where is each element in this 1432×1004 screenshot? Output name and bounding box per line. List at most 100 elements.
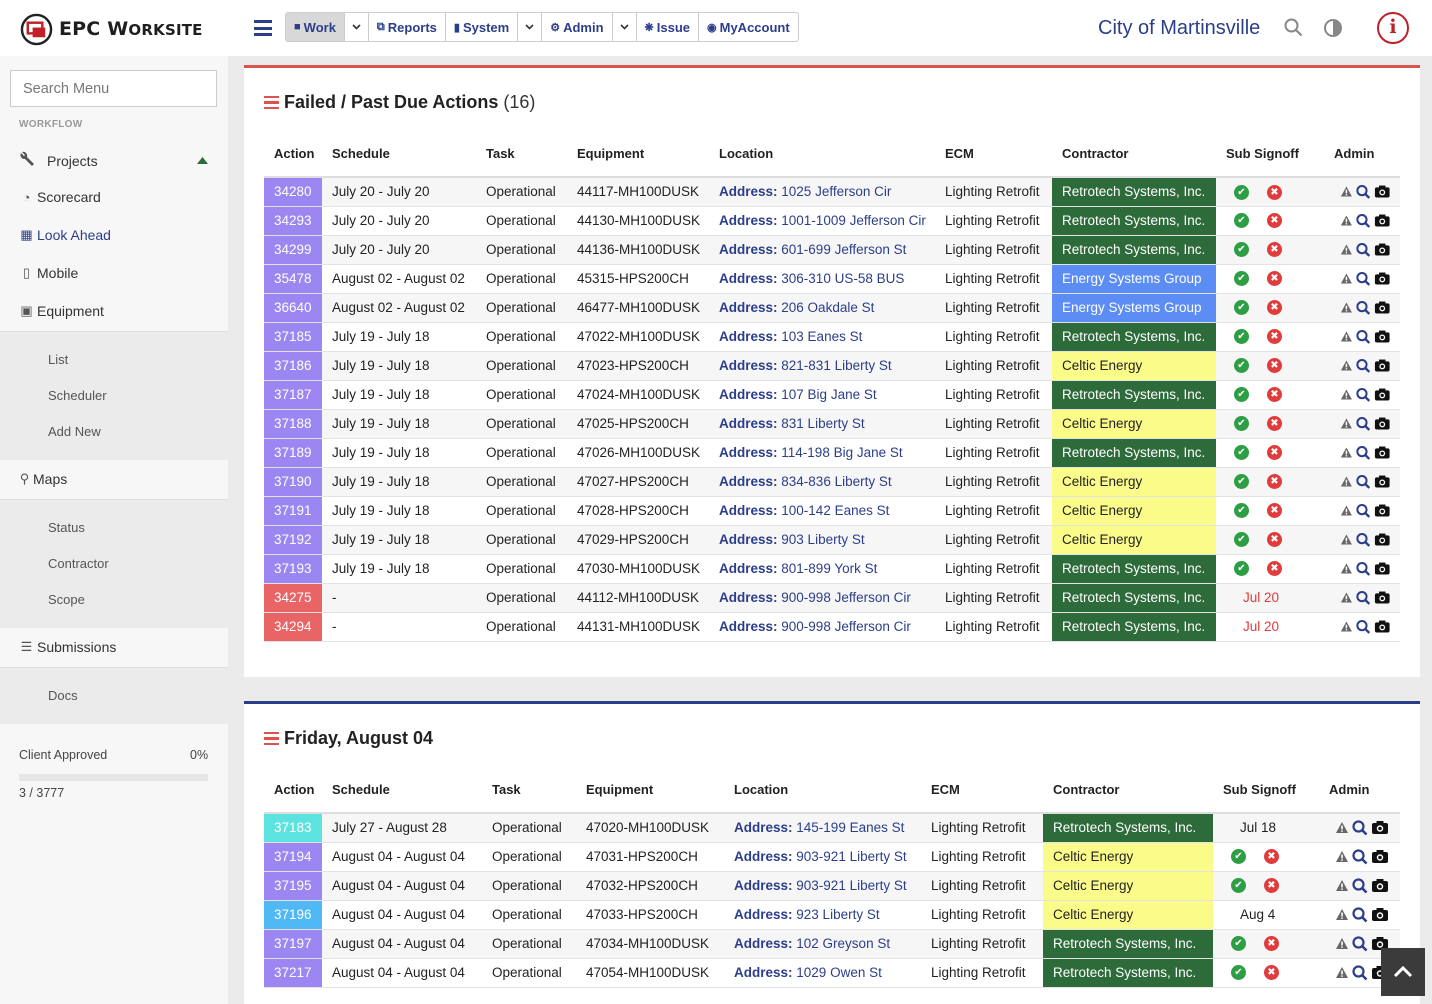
approve-icon[interactable]: ✔ — [1234, 503, 1249, 519]
location-link[interactable]: Address: 114-198 Big Jane St — [709, 438, 935, 468]
location-link[interactable]: Address: 145-199 Eanes St — [724, 813, 921, 843]
reject-icon[interactable]: ✖ — [1267, 184, 1282, 200]
camera-icon[interactable] — [1374, 358, 1391, 373]
search-icon[interactable] — [1356, 445, 1371, 461]
location-link[interactable]: Address: 1001-1009 Jefferson Cir — [709, 206, 935, 236]
contrast-icon[interactable] — [1323, 18, 1343, 38]
location-link[interactable]: Address: 103 Eanes St — [709, 322, 935, 352]
search-icon[interactable] — [1352, 820, 1368, 836]
search-icon[interactable] — [1284, 18, 1303, 37]
approve-icon[interactable]: ✔ — [1234, 271, 1249, 287]
action-id-link[interactable]: 37188 — [264, 409, 322, 439]
scroll-to-top-button[interactable] — [1381, 948, 1425, 996]
reject-icon[interactable]: ✖ — [1267, 445, 1282, 461]
reject-icon[interactable]: ✖ — [1267, 561, 1282, 577]
approve-icon[interactable]: ✔ — [1234, 358, 1249, 374]
warning-icon[interactable] — [1335, 850, 1349, 863]
warning-icon[interactable] — [1340, 301, 1353, 314]
search-icon[interactable] — [1352, 964, 1368, 981]
sidebar-subitem-status[interactable]: Status — [48, 520, 85, 535]
warning-icon[interactable] — [1335, 879, 1349, 892]
approve-icon[interactable]: ✔ — [1231, 936, 1246, 952]
action-id-link[interactable]: 37193 — [264, 554, 322, 584]
camera-icon[interactable] — [1371, 878, 1389, 893]
approve-icon[interactable]: ✔ — [1234, 416, 1249, 432]
camera-icon[interactable] — [1374, 300, 1391, 315]
approve-icon[interactable]: ✔ — [1231, 878, 1246, 894]
action-id-link[interactable]: 34294 — [264, 612, 322, 642]
menu-toggle-icon[interactable] — [254, 20, 272, 36]
action-id-link[interactable]: 37187 — [264, 380, 322, 410]
search-icon[interactable] — [1356, 358, 1371, 374]
location-link[interactable]: Address: 1025 Jefferson Cir — [709, 177, 935, 207]
city-name[interactable]: City of Martinsville — [1098, 17, 1260, 40]
search-icon[interactable] — [1352, 935, 1368, 952]
location-link[interactable]: Address: 900-998 Jefferson Cir — [709, 612, 935, 642]
warning-icon[interactable] — [1340, 591, 1353, 604]
action-id-link[interactable]: 37195 — [264, 871, 322, 901]
reject-icon[interactable]: ✖ — [1264, 849, 1279, 865]
sidebar-subitem-contractor[interactable]: Contractor — [48, 556, 109, 571]
warning-icon[interactable] — [1340, 214, 1353, 227]
reject-icon[interactable]: ✖ — [1264, 936, 1279, 952]
warning-icon[interactable] — [1340, 446, 1353, 459]
sidebar-item-mobile[interactable]: ▯ Mobile — [19, 265, 78, 281]
reject-icon[interactable]: ✖ — [1267, 387, 1282, 403]
reject-icon[interactable]: ✖ — [1267, 271, 1282, 287]
location-link[interactable]: Address: 834-836 Liberty St — [709, 467, 935, 497]
warning-icon[interactable] — [1335, 908, 1349, 921]
nav-admin-dropdown[interactable] — [613, 13, 637, 41]
warning-icon[interactable] — [1340, 359, 1353, 372]
action-id-link[interactable]: 37197 — [264, 929, 322, 959]
search-menu-input[interactable]: Search Menu — [10, 70, 217, 107]
action-id-link[interactable]: 37186 — [264, 351, 322, 381]
location-link[interactable]: Address: 821-831 Liberty St — [709, 351, 935, 381]
camera-icon[interactable] — [1371, 907, 1389, 922]
location-link[interactable]: Address: 900-998 Jefferson Cir — [709, 583, 935, 613]
sidebar-item-look-ahead[interactable]: ▦ Look Ahead — [19, 227, 111, 243]
approve-icon[interactable]: ✔ — [1234, 213, 1249, 229]
warning-icon[interactable] — [1335, 821, 1349, 834]
info-icon[interactable]: i — [1377, 12, 1409, 44]
action-id-link[interactable]: 37190 — [264, 467, 322, 497]
camera-icon[interactable] — [1371, 820, 1389, 835]
warning-icon[interactable] — [1340, 620, 1353, 633]
location-link[interactable]: Address: 903 Liberty St — [709, 525, 935, 555]
location-link[interactable]: Address: 100-142 Eanes St — [709, 496, 935, 526]
search-icon[interactable] — [1352, 848, 1368, 865]
reject-icon[interactable]: ✖ — [1267, 242, 1282, 258]
nav-admin[interactable]: ⚙ Admin — [542, 13, 613, 41]
warning-icon[interactable] — [1340, 185, 1353, 198]
nav-myaccount[interactable]: ◉ MyAccount — [699, 13, 798, 41]
nav-system-dropdown[interactable] — [518, 13, 543, 41]
camera-icon[interactable] — [1374, 184, 1391, 199]
reject-icon[interactable]: ✖ — [1267, 213, 1282, 229]
nav-reports[interactable]: ⧉ Reports — [369, 13, 446, 41]
approve-icon[interactable]: ✔ — [1234, 242, 1249, 258]
action-id-link[interactable]: 35478 — [264, 264, 322, 294]
warning-icon[interactable] — [1340, 533, 1353, 546]
sidebar-subitem-docs[interactable]: Docs — [48, 688, 78, 703]
location-link[interactable]: Address: 903-921 Liberty St — [724, 871, 921, 901]
list-icon[interactable] — [264, 731, 279, 746]
search-icon[interactable] — [1356, 590, 1371, 606]
action-id-link[interactable]: 37183 — [264, 813, 322, 843]
camera-icon[interactable] — [1374, 590, 1391, 605]
action-id-link[interactable]: 37189 — [264, 438, 322, 468]
location-link[interactable]: Address: 206 Oakdale St — [709, 293, 935, 323]
location-link[interactable]: Address: 107 Big Jane St — [709, 380, 935, 410]
warning-icon[interactable] — [1340, 562, 1353, 575]
approve-icon[interactable]: ✔ — [1234, 561, 1249, 577]
camera-icon[interactable] — [1371, 849, 1389, 864]
search-icon[interactable] — [1356, 242, 1371, 258]
camera-icon[interactable] — [1374, 619, 1391, 634]
warning-icon[interactable] — [1340, 417, 1353, 430]
nav-work[interactable]: ■ Work — [286, 13, 345, 41]
warning-icon[interactable] — [1335, 937, 1349, 950]
camera-icon[interactable] — [1374, 561, 1391, 576]
sidebar-subitem-scope[interactable]: Scope — [48, 592, 85, 607]
action-id-link[interactable]: 37194 — [264, 842, 322, 872]
location-link[interactable]: Address: 102 Greyson St — [724, 929, 921, 959]
location-link[interactable]: Address: 903-921 Liberty St — [724, 842, 921, 872]
search-icon[interactable] — [1356, 271, 1371, 287]
